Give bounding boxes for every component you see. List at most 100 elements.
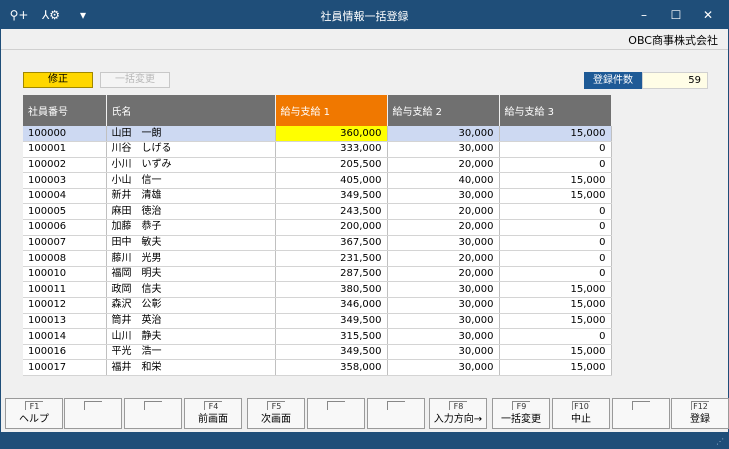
cell-employee-no[interactable]: 100008	[23, 250, 107, 267]
table-row[interactable]: 100017 福井 和栄 358,000 30,000 15,000	[23, 359, 612, 376]
table-row[interactable]: 100001 川谷 しげる 333,000 30,000 0	[23, 141, 612, 158]
cell-salary-1[interactable]: 358,000	[275, 359, 388, 376]
fkey-blank-1[interactable]	[64, 398, 122, 429]
cell-salary-2[interactable]: 30,000	[387, 235, 500, 252]
table-row[interactable]: 100010 福岡 明夫 287,500 20,000 0	[23, 266, 612, 283]
table-row[interactable]: 100007 田中 敏夫 367,500 30,000 0	[23, 235, 612, 252]
col-employee-no[interactable]: 社員番号	[23, 95, 107, 126]
cell-salary-3[interactable]: 0	[499, 219, 612, 236]
cell-salary-2[interactable]: 20,000	[387, 203, 500, 221]
cell-salary-2[interactable]: 20,000	[387, 219, 500, 236]
minimize-icon[interactable]: –	[628, 1, 660, 29]
cell-salary-1[interactable]: 205,500	[275, 157, 388, 174]
cell-employee-no[interactable]: 100006	[23, 219, 107, 236]
close-icon[interactable]: ✕	[692, 1, 724, 29]
cell-name[interactable]: 筒井 英治	[106, 313, 276, 330]
cell-salary-1[interactable]: 231,500	[275, 250, 388, 267]
cell-employee-no[interactable]: 100000	[23, 126, 107, 143]
cell-salary-1[interactable]: 360,000	[275, 126, 388, 143]
cell-salary-3[interactable]: 15,000	[499, 281, 612, 299]
cell-employee-no[interactable]: 100014	[23, 328, 107, 345]
table-row[interactable]: 100006 加藤 恭子 200,000 20,000 0	[23, 219, 612, 236]
fkey-f5[interactable]: F5 次画面	[247, 398, 305, 429]
cell-employee-no[interactable]: 100017	[23, 359, 107, 376]
col-name[interactable]: 氏名	[106, 95, 276, 126]
cell-salary-1[interactable]: 367,500	[275, 235, 388, 252]
cell-name[interactable]: 山田 一朗	[106, 126, 276, 143]
cell-salary-1[interactable]: 346,000	[275, 297, 388, 314]
col-salary-2[interactable]: 給与支給 2	[387, 95, 500, 126]
fkey-f4[interactable]: F4 前画面	[184, 398, 242, 429]
cell-name[interactable]: 藤川 光男	[106, 250, 276, 267]
cell-name[interactable]: 山川 静夫	[106, 328, 276, 345]
cell-name[interactable]: 麻田 徳治	[106, 203, 276, 221]
cell-salary-3[interactable]: 0	[499, 141, 612, 158]
fkey-f12[interactable]: F12 登録	[671, 398, 729, 429]
cell-salary-3[interactable]: 0	[499, 250, 612, 267]
table-row[interactable]: 100000 山田 一朗 360,000 30,000 15,000	[23, 126, 612, 143]
cell-salary-2[interactable]: 30,000	[387, 313, 500, 330]
cell-salary-3[interactable]: 0	[499, 266, 612, 283]
cell-salary-3[interactable]: 0	[499, 235, 612, 252]
cell-name[interactable]: 平光 浩一	[106, 344, 276, 361]
cell-salary-2[interactable]: 30,000	[387, 297, 500, 314]
col-salary-1[interactable]: 給与支給 1	[275, 95, 388, 126]
cell-salary-1[interactable]: 349,500	[275, 344, 388, 361]
cell-salary-2[interactable]: 20,000	[387, 250, 500, 267]
cell-employee-no[interactable]: 100003	[23, 172, 107, 189]
bulk-change-button[interactable]: 一括変更	[100, 72, 170, 88]
fkey-blank-2[interactable]	[124, 398, 182, 429]
table-row[interactable]: 100003 小山 信一 405,000 40,000 15,000	[23, 172, 612, 189]
table-row[interactable]: 100014 山川 静夫 315,500 30,000 0	[23, 328, 612, 345]
cell-salary-2[interactable]: 30,000	[387, 188, 500, 205]
cell-salary-1[interactable]: 243,500	[275, 203, 388, 221]
cell-salary-2[interactable]: 40,000	[387, 172, 500, 189]
fkey-f1[interactable]: F1 ヘルプ	[5, 398, 63, 429]
cell-salary-2[interactable]: 30,000	[387, 141, 500, 158]
cell-salary-3[interactable]: 0	[499, 203, 612, 221]
cell-salary-2[interactable]: 30,000	[387, 328, 500, 345]
cell-salary-2[interactable]: 30,000	[387, 344, 500, 361]
table-row[interactable]: 100013 筒井 英治 349,500 30,000 15,000	[23, 313, 612, 330]
cell-salary-3[interactable]: 15,000	[499, 313, 612, 330]
fkey-blank-5[interactable]	[307, 398, 365, 429]
cell-name[interactable]: 加藤 恭子	[106, 219, 276, 236]
cell-salary-1[interactable]: 200,000	[275, 219, 388, 236]
cell-salary-1[interactable]: 333,000	[275, 141, 388, 158]
table-row[interactable]: 100005 麻田 徳治 243,500 20,000 0	[23, 203, 612, 221]
fkey-f10[interactable]: F10 中止	[552, 398, 610, 429]
table-row[interactable]: 100004 新井 清雄 349,500 30,000 15,000	[23, 188, 612, 205]
cell-salary-3[interactable]: 15,000	[499, 126, 612, 143]
cell-name[interactable]: 川谷 しげる	[106, 141, 276, 158]
cell-salary-3[interactable]: 15,000	[499, 188, 612, 205]
cell-salary-1[interactable]: 349,500	[275, 188, 388, 205]
table-row[interactable]: 100008 藤川 光男 231,500 20,000 0	[23, 250, 612, 267]
cell-salary-1[interactable]: 287,500	[275, 266, 388, 283]
cell-employee-no[interactable]: 100002	[23, 157, 107, 174]
cell-employee-no[interactable]: 100010	[23, 266, 107, 283]
cell-employee-no[interactable]: 100016	[23, 344, 107, 361]
table-row[interactable]: 100012 森沢 公彰 346,000 30,000 15,000	[23, 297, 612, 314]
cell-employee-no[interactable]: 100011	[23, 281, 107, 299]
fkey-blank-10[interactable]	[612, 398, 670, 429]
cell-name[interactable]: 政岡 信夫	[106, 281, 276, 299]
cell-salary-2[interactable]: 30,000	[387, 281, 500, 299]
cell-salary-1[interactable]: 380,500	[275, 281, 388, 299]
cell-employee-no[interactable]: 100005	[23, 203, 107, 221]
cell-salary-3[interactable]: 15,000	[499, 297, 612, 314]
cell-employee-no[interactable]: 100007	[23, 235, 107, 252]
cell-salary-3[interactable]: 15,000	[499, 344, 612, 361]
col-salary-3[interactable]: 給与支給 3	[499, 95, 612, 126]
resize-grip-icon[interactable]: ⋰	[716, 437, 724, 446]
maximize-icon[interactable]: ☐	[660, 1, 692, 29]
table-row[interactable]: 100016 平光 浩一 349,500 30,000 15,000	[23, 344, 612, 361]
cell-name[interactable]: 福井 和栄	[106, 359, 276, 376]
cell-employee-no[interactable]: 100012	[23, 297, 107, 314]
cell-name[interactable]: 小川 いずみ	[106, 157, 276, 174]
cell-salary-3[interactable]: 15,000	[499, 172, 612, 189]
cell-name[interactable]: 新井 清雄	[106, 188, 276, 205]
table-row[interactable]: 100011 政岡 信夫 380,500 30,000 15,000	[23, 281, 612, 299]
edit-mode-button[interactable]: 修正	[23, 72, 93, 88]
cell-salary-3[interactable]: 0	[499, 328, 612, 345]
cell-name[interactable]: 福岡 明夫	[106, 266, 276, 283]
